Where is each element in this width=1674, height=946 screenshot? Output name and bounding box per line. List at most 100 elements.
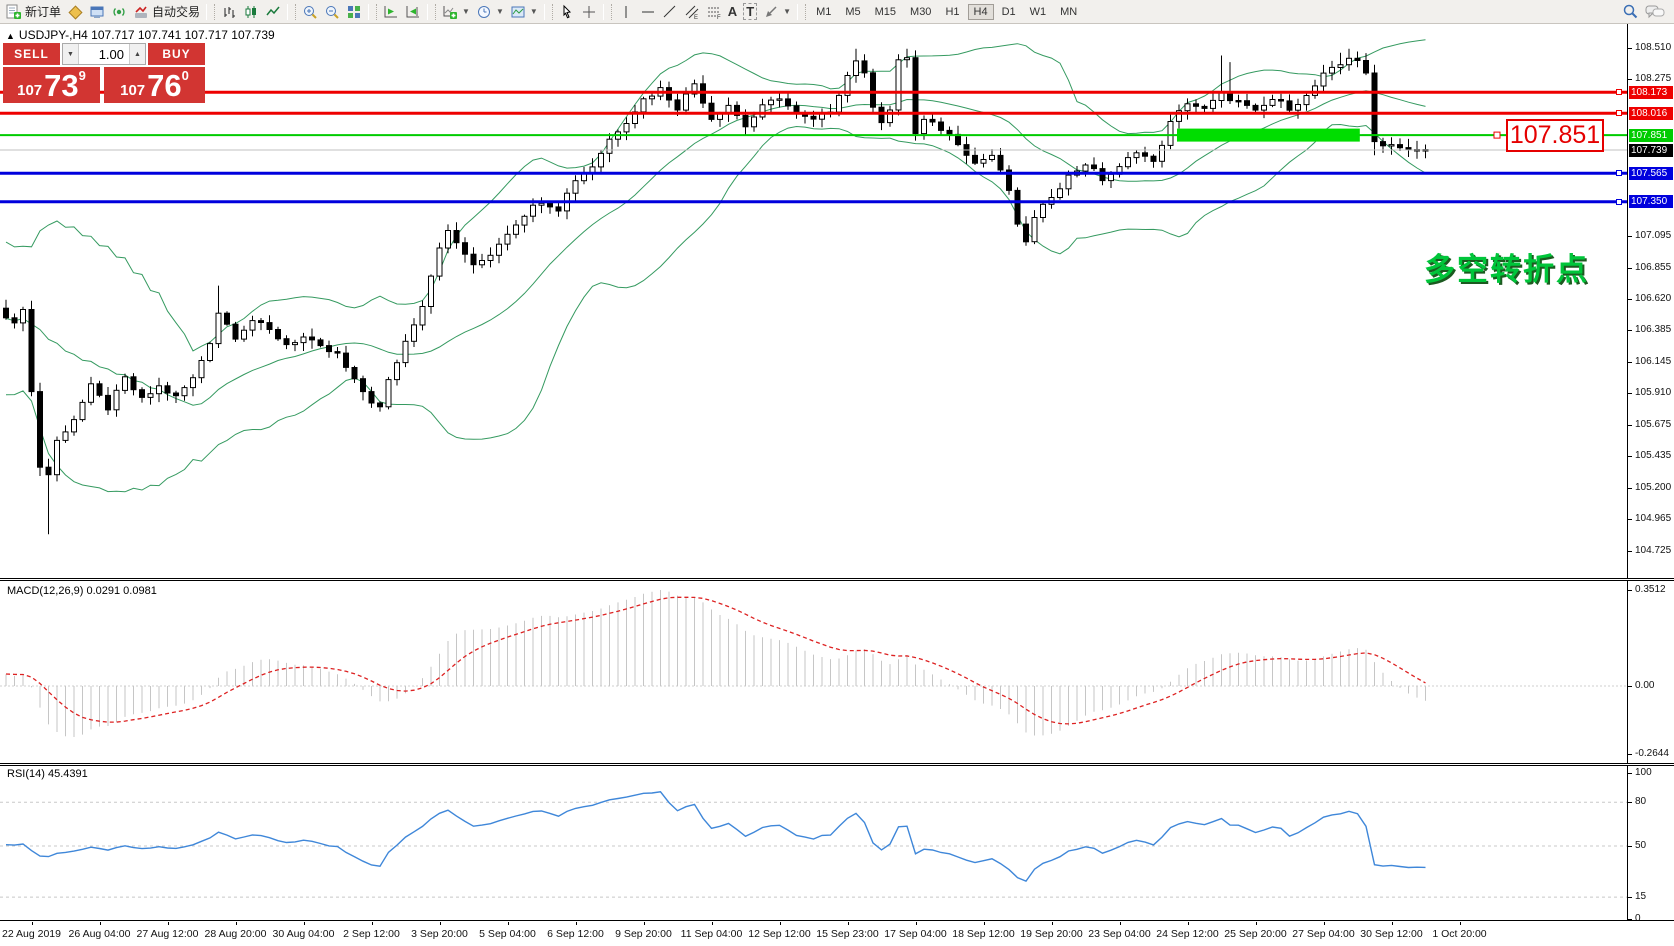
candle-body [208,344,213,361]
candle-body [1313,86,1318,96]
candle-body [199,361,204,378]
rsi-tick-label: 50 [1635,840,1646,851]
trendline-tool-button[interactable] [659,2,681,22]
price-tick-label: 107.095 [1635,230,1671,241]
candle-body [233,324,238,339]
buy-price-button[interactable]: 107760 [104,67,205,103]
chart-shift-button[interactable] [402,2,424,22]
callout-anchor-marker[interactable] [1494,132,1500,138]
timeframe-m15-button[interactable]: M15 [869,4,902,20]
candle-body [1338,65,1343,68]
hline-handle-marker[interactable] [1616,170,1622,176]
timeframe-h1-button[interactable]: H1 [939,4,965,20]
crosshair-tool-button[interactable] [578,2,600,22]
price-tick-label: 108.510 [1635,42,1671,53]
candle-body [55,440,60,474]
volume-input[interactable]: 1.00 [79,44,129,64]
candle-body [276,330,281,339]
new-order-button[interactable]: 新订单 [3,2,64,22]
sell-price-button[interactable]: 107739 [3,67,100,103]
timeframe-mn-button[interactable]: MN [1054,4,1083,20]
price-axis[interactable]: 108.510108.275107.095106.855106.620106.3… [1627,24,1674,920]
price-tick-label: 105.200 [1635,482,1671,493]
timeframe-w1-button[interactable]: W1 [1024,4,1053,20]
candle-body [1143,153,1148,156]
time-label: 12 Sep 12:00 [748,928,810,940]
chart-line-button[interactable] [262,2,284,22]
signals-button[interactable] [108,2,130,22]
candle-body [1066,175,1071,189]
candle-body [871,73,876,107]
timeframe-m1-button[interactable]: M1 [810,4,837,20]
text-tool-button[interactable]: A [725,2,740,22]
candle-body [1330,67,1335,73]
auto-trading-button[interactable]: 自动交易 [130,2,203,22]
periods-button[interactable]: ▼ [473,2,507,22]
zoom-in-button[interactable] [299,2,321,22]
volume-decrease-button[interactable]: ▼ [63,44,79,64]
candle-body [684,94,689,110]
candle-body [599,153,604,167]
price-tick-label: 106.855 [1635,262,1671,273]
hline-handle-marker[interactable] [1616,110,1622,116]
candle-body [573,181,578,194]
search-icon[interactable] [1622,3,1639,20]
fibonacci-tool-button[interactable]: F [703,2,725,22]
chart-annotation-text[interactable]: 多空转折点 [1424,244,1589,289]
sell-button[interactable]: SELL [3,43,60,65]
candle-body [675,100,680,110]
text-label-tool-button[interactable]: T [740,2,760,22]
time-label: 18 Sep 12:00 [952,928,1014,940]
pane-separator[interactable] [0,763,1674,766]
hline-handle-marker[interactable] [1616,89,1622,95]
add-indicator-icon [442,4,458,20]
chart-bars-button[interactable] [218,2,240,22]
label-tool-label: T [743,3,757,20]
collapse-icon[interactable]: ▲ [6,31,15,41]
templates-button[interactable]: ▼ [507,2,541,22]
time-tick [1256,922,1257,925]
price-callout-label[interactable]: 107.851 [1506,119,1604,152]
tile-windows-button[interactable] [343,2,365,22]
timeframe-d1-button[interactable]: D1 [996,4,1022,20]
market-watch-icon [67,4,83,20]
chart-canvas[interactable] [0,0,1627,946]
buy-price-small: 107 [120,81,145,101]
candle-body [157,386,162,394]
timeframe-m30-button[interactable]: M30 [904,4,937,20]
candle-body [650,96,655,99]
time-tick [780,922,781,925]
candle-body [471,254,476,265]
timeframe-m5-button[interactable]: M5 [839,4,866,20]
pane-separator[interactable] [0,578,1674,581]
market-watch-button[interactable] [64,2,86,22]
buy-button[interactable]: BUY [148,43,205,65]
price-tick [1628,236,1632,237]
arrows-tool-button[interactable]: ▼ [760,2,794,22]
time-axis[interactable]: 22 Aug 201926 Aug 04:0027 Aug 12:0028 Au… [0,922,1674,946]
timeframe-h4-button[interactable]: H4 [968,4,994,20]
signal-icon [111,4,127,20]
vertical-line-tool-button[interactable] [615,2,637,22]
candle-body [242,330,247,339]
chat-icon[interactable] [1645,4,1665,20]
price-tick-label: 105.675 [1635,419,1671,430]
price-line-tag: 107.851 [1629,129,1673,142]
highlight-zone[interactable] [1177,129,1360,142]
cursor-icon [559,4,575,20]
add-indicator-button[interactable]: ▼ [439,2,473,22]
symbol-header[interactable]: ▲USDJPY-,H4 107.717 107.741 107.717 107.… [6,28,275,42]
chart-candles-button[interactable] [240,2,262,22]
horizontal-line-tool-button[interactable] [637,2,659,22]
channel-tool-button[interactable]: E [681,2,703,22]
data-window-button[interactable] [86,2,108,22]
zoom-out-button[interactable] [321,2,343,22]
time-tick [1324,922,1325,925]
hline-handle-marker[interactable] [1616,199,1622,205]
tile-windows-icon [346,4,362,20]
candle-body [556,207,561,211]
volume-stepper[interactable]: ▼ 1.00 ▲ [62,43,146,65]
auto-scroll-button[interactable] [380,2,402,22]
volume-increase-button[interactable]: ▲ [129,44,145,64]
cursor-tool-button[interactable] [556,2,578,22]
